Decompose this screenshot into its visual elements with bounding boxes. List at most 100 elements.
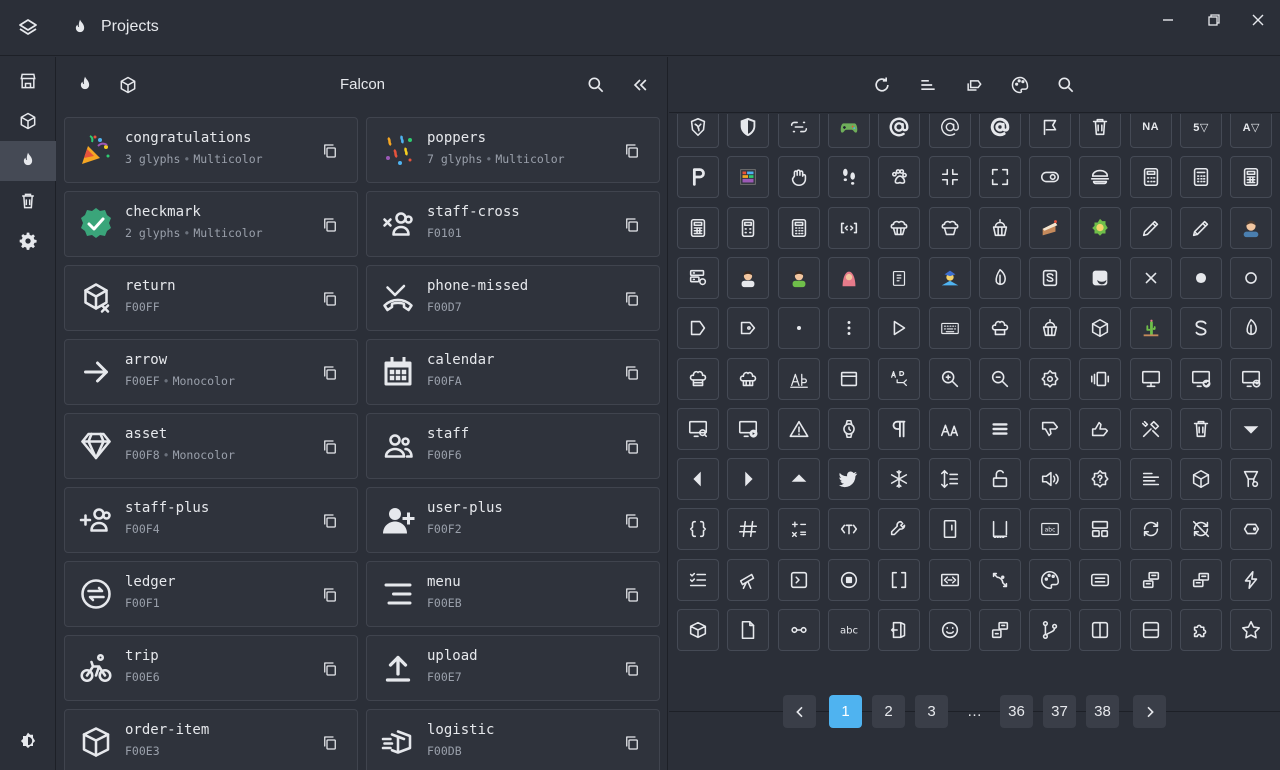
align-distribute-icon[interactable] <box>928 458 971 501</box>
calculator-6-icon[interactable] <box>777 206 820 249</box>
monitor-search-icon[interactable] <box>677 407 719 450</box>
pagination-page[interactable]: 2 <box>872 695 905 728</box>
checklist-icon[interactable] <box>677 558 719 601</box>
muffin-2-icon[interactable] <box>928 206 971 249</box>
copy-icon[interactable] <box>623 216 641 234</box>
crest-icon[interactable] <box>677 114 719 148</box>
at-bold-icon[interactable] <box>878 114 921 148</box>
caret-right-icon[interactable] <box>727 458 770 501</box>
calculator-3-icon[interactable] <box>1230 156 1273 199</box>
tag-dot-icon[interactable] <box>727 307 770 350</box>
glyph-card[interactable]: calendar F00FA <box>366 339 660 405</box>
fist-icon[interactable] <box>777 156 820 199</box>
maximize-icon[interactable] <box>978 156 1021 199</box>
boxes-3-icon[interactable] <box>978 609 1021 651</box>
calculator-4-icon[interactable] <box>677 206 719 249</box>
copy-icon[interactable] <box>623 586 641 604</box>
smile-icon[interactable] <box>928 609 971 651</box>
hash-icon[interactable] <box>727 508 770 551</box>
parking-icon[interactable] <box>677 156 719 199</box>
calculator-icon[interactable] <box>1129 156 1172 199</box>
leaf-2-icon[interactable] <box>1230 307 1273 350</box>
warning-icon[interactable] <box>777 407 820 450</box>
copy-icon[interactable] <box>321 734 339 752</box>
user-avatar-icon[interactable] <box>1230 206 1273 249</box>
monitor-clock-icon[interactable] <box>1230 357 1273 400</box>
circle-icon[interactable] <box>1230 256 1273 299</box>
pagination-page[interactable]: 37 <box>1043 695 1076 728</box>
lightning-icon[interactable] <box>1230 558 1273 601</box>
cactus-icon[interactable] <box>1129 307 1172 350</box>
copy-icon[interactable] <box>623 142 641 160</box>
columns-icon[interactable] <box>1079 609 1122 651</box>
rail-item-trash[interactable] <box>0 181 56 221</box>
close-button[interactable] <box>1246 8 1270 32</box>
sun-badge-icon[interactable] <box>1079 206 1122 249</box>
glyph-card[interactable]: checkmark 2 glyphs • Multicolor <box>64 191 358 257</box>
menu-bold-icon[interactable] <box>978 407 1021 450</box>
pagination-page[interactable]: 1 <box>829 695 862 728</box>
boxes-2-icon[interactable] <box>1180 558 1222 601</box>
cube-3d-icon[interactable] <box>1079 307 1122 350</box>
colorful-box-icon[interactable] <box>727 156 770 199</box>
pagination-page[interactable]: 36 <box>1000 695 1033 728</box>
code-box-icon[interactable] <box>827 206 870 249</box>
person-avatar-icon[interactable] <box>727 256 770 299</box>
zoom-in-icon[interactable] <box>928 357 971 400</box>
rail-item-settings[interactable] <box>0 221 56 261</box>
pilcrow-icon[interactable] <box>878 407 921 450</box>
glyph-card[interactable]: staff-plus F00F4 <box>64 487 358 553</box>
rail-item-theme[interactable] <box>0 721 56 761</box>
monitor-check-icon[interactable] <box>1180 357 1222 400</box>
chef-hat-2-icon[interactable] <box>677 357 719 400</box>
pagination-next[interactable] <box>1133 695 1166 728</box>
copy-icon[interactable] <box>321 512 339 530</box>
text-tag-icon[interactable] <box>827 508 870 551</box>
leaf-icon[interactable] <box>978 256 1021 299</box>
twitter-icon[interactable] <box>827 458 870 501</box>
route-arrow-icon[interactable] <box>978 558 1021 601</box>
flag-outline-icon[interactable] <box>1029 114 1072 148</box>
git-branch-icon[interactable] <box>1029 609 1072 651</box>
glyph-card[interactable]: phone-missed F00D7 <box>366 265 660 331</box>
collapse-icon[interactable] <box>630 75 650 95</box>
sync-icon[interactable] <box>1129 508 1172 551</box>
carousel-icon[interactable] <box>1079 357 1122 400</box>
palette-icon[interactable] <box>1010 75 1030 95</box>
star-icon[interactable] <box>1230 609 1273 651</box>
terminal-icon[interactable] <box>777 558 820 601</box>
copy-icon[interactable] <box>321 364 339 382</box>
person-avatar-2-icon[interactable] <box>777 256 820 299</box>
badge-settings-icon[interactable] <box>1029 357 1072 400</box>
copy-icon[interactable] <box>321 438 339 456</box>
play-outline-icon[interactable] <box>878 307 921 350</box>
unlock-icon[interactable] <box>978 458 1021 501</box>
close-icon[interactable] <box>1129 256 1172 299</box>
rail-item-cube[interactable] <box>0 101 56 141</box>
file-icon[interactable] <box>727 609 770 651</box>
s-box-icon[interactable] <box>1029 256 1072 299</box>
glyph-card[interactable]: trip F00E6 <box>64 635 358 701</box>
book-mark-icon[interactable] <box>928 508 971 551</box>
at-heavy-icon[interactable] <box>978 114 1021 148</box>
dot-icon[interactable] <box>777 307 820 350</box>
thumbs-up-icon[interactable] <box>1079 407 1122 450</box>
wrench-icon[interactable] <box>878 508 921 551</box>
muffin-icon[interactable] <box>878 206 921 249</box>
cap-avatar-icon[interactable] <box>928 256 971 299</box>
copy-icon[interactable] <box>321 586 339 604</box>
braces-icon[interactable] <box>677 508 719 551</box>
trash-icon[interactable] <box>1079 114 1122 148</box>
stop-circle-icon[interactable] <box>827 558 870 601</box>
minimize-icon[interactable] <box>928 156 971 199</box>
caret-down-icon[interactable] <box>1230 407 1273 450</box>
boxes-icon[interactable] <box>1129 558 1172 601</box>
glyph-card[interactable]: staff-cross F0101 <box>366 191 660 257</box>
copy-icon[interactable] <box>623 290 641 308</box>
copy-icon[interactable] <box>321 660 339 678</box>
rail-item-store[interactable] <box>0 61 56 101</box>
monitor-play-icon[interactable] <box>727 407 770 450</box>
moon-card-icon[interactable] <box>1079 256 1122 299</box>
cupcake-2-icon[interactable] <box>1029 307 1072 350</box>
calculator-2-icon[interactable] <box>1180 156 1222 199</box>
